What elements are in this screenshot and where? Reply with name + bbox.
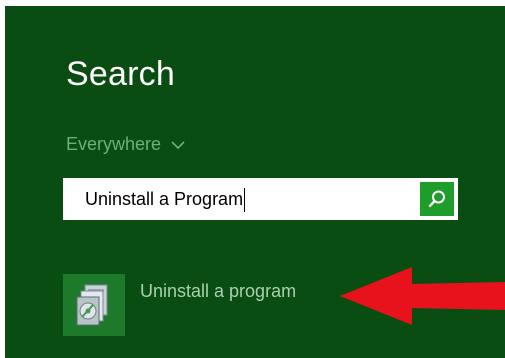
result-label: Uninstall a program (140, 281, 297, 301)
chevron-down-icon (171, 140, 185, 149)
programs-and-features-icon (76, 284, 108, 326)
search-charm-panel: Search Everywhere Uninstall a Program Un… (5, 6, 505, 358)
search-result-uninstall-a-program[interactable]: Uninstall a program (63, 274, 296, 336)
search-scope-label: Everywhere (66, 134, 162, 154)
search-icon (428, 190, 445, 207)
search-input[interactable] (63, 178, 412, 220)
search-scope-dropdown[interactable]: Everywhere (66, 134, 185, 155)
result-icon-tile (63, 274, 125, 336)
search-title: Search (66, 55, 175, 93)
red-arrow-icon (340, 267, 505, 325)
search-box: Uninstall a Program (63, 178, 458, 220)
search-button[interactable] (420, 182, 454, 216)
